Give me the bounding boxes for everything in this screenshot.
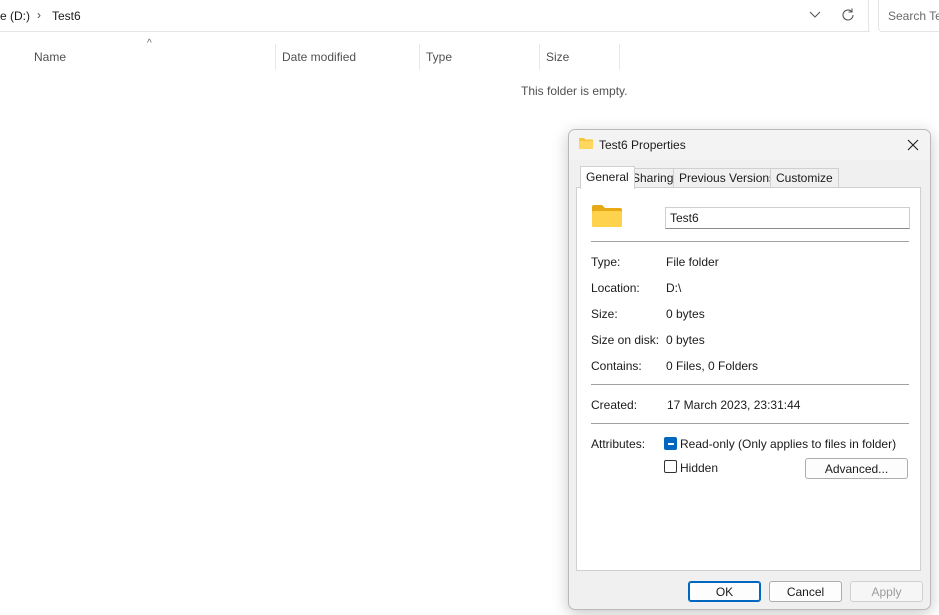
- created-label: Created:: [591, 398, 638, 412]
- tab-general-label: General: [586, 170, 629, 184]
- hidden-checkbox[interactable]: [664, 460, 677, 473]
- tab-previous-versions-label: Previous Versions: [679, 171, 776, 185]
- address-divider: [868, 0, 869, 32]
- cancel-button[interactable]: Cancel: [769, 581, 842, 602]
- column-header-size-label: Size: [546, 50, 570, 64]
- column-header-date-modified[interactable]: Date modified: [276, 44, 419, 70]
- attributes-label: Attributes:: [591, 437, 646, 451]
- size-value: 0 bytes: [666, 307, 705, 321]
- contains-value: 0 Files, 0 Folders: [666, 359, 759, 373]
- ok-button-label: OK: [715, 584, 734, 599]
- search-placeholder: Search Tes: [888, 9, 939, 23]
- column-separator[interactable]: [619, 44, 620, 70]
- properties-dialog: Test6 Properties General Sharing Previou…: [568, 129, 931, 610]
- column-header-name-label: Name: [34, 50, 67, 64]
- folder-name-field[interactable]: [665, 207, 910, 229]
- dialog-title: Test6 Properties: [599, 138, 686, 152]
- search-input[interactable]: Search Tes: [878, 0, 939, 32]
- location-label: Location:: [591, 281, 640, 295]
- breadcrumb-separator-icon[interactable]: ›: [37, 8, 41, 22]
- divider: [591, 241, 909, 242]
- close-icon: [907, 139, 919, 151]
- column-header-name[interactable]: Name: [28, 44, 275, 70]
- tab-sharing-label: Sharing: [632, 171, 674, 185]
- cancel-button-label: Cancel: [786, 584, 825, 599]
- close-button[interactable]: [896, 130, 930, 160]
- readonly-label[interactable]: Read-only (Only applies to files in fold…: [680, 437, 896, 451]
- address-bar[interactable]: e (D:) › Test6: [0, 0, 870, 32]
- folder-icon: [579, 138, 593, 149]
- apply-button-label: Apply: [871, 584, 902, 599]
- breadcrumb-drive[interactable]: e (D:): [0, 9, 30, 23]
- location-value: D:\: [666, 281, 682, 295]
- type-label: Type:: [591, 255, 621, 269]
- refresh-icon[interactable]: [840, 7, 856, 23]
- divider: [591, 423, 909, 424]
- readonly-checkbox[interactable]: [664, 437, 677, 450]
- dialog-titlebar[interactable]: Test6 Properties: [569, 130, 930, 160]
- column-headers: Name Date modified Type Size: [0, 44, 620, 70]
- breadcrumb-folder[interactable]: Test6: [52, 9, 81, 23]
- ok-button[interactable]: OK: [688, 581, 761, 602]
- type-value: File folder: [666, 255, 719, 269]
- column-header-date-label: Date modified: [282, 50, 357, 64]
- created-value: 17 March 2023, 23:31:44: [667, 398, 801, 412]
- column-header-type-label: Type: [426, 50, 453, 64]
- empty-folder-message: This folder is empty.: [521, 84, 628, 98]
- size-on-disk-value: 0 bytes: [666, 333, 705, 347]
- divider: [591, 384, 909, 385]
- general-tab-panel: Type: File folder Location: D:\ Size: 0 …: [576, 187, 921, 571]
- size-label: Size:: [591, 307, 618, 321]
- column-header-type[interactable]: Type: [420, 44, 539, 70]
- hidden-label[interactable]: Hidden: [680, 461, 718, 475]
- contains-label: Contains:: [591, 359, 642, 373]
- advanced-button-label: Advanced...: [824, 461, 889, 476]
- column-header-size[interactable]: Size: [540, 44, 619, 70]
- tab-general[interactable]: General: [580, 166, 635, 189]
- folder-icon: [592, 205, 622, 227]
- advanced-button[interactable]: Advanced...: [805, 458, 908, 479]
- tab-previous-versions[interactable]: Previous Versions: [673, 168, 782, 188]
- chevron-down-icon[interactable]: [808, 7, 822, 21]
- tab-customize-label: Customize: [776, 171, 833, 185]
- apply-button[interactable]: Apply: [850, 581, 923, 602]
- tab-customize[interactable]: Customize: [770, 168, 839, 188]
- size-on-disk-label: Size on disk:: [591, 333, 660, 347]
